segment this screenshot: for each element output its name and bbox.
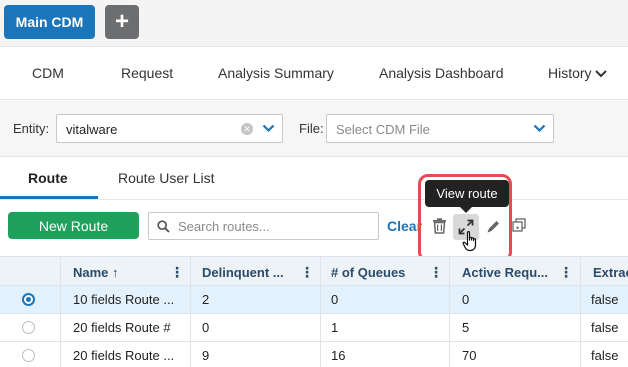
- cell-active: 0: [462, 292, 470, 307]
- pencil-icon[interactable]: [486, 219, 501, 234]
- column-divider: [60, 256, 61, 367]
- column-menu-icon[interactable]: ⋮: [559, 265, 573, 279]
- nav-item-analysis-summary[interactable]: Analysis Summary: [218, 65, 334, 81]
- tab-route[interactable]: Route: [28, 170, 68, 186]
- filter-bar: Entity: vitalware ✕ File: Select CDM Fil…: [0, 101, 628, 157]
- cell-extract: false: [591, 320, 619, 335]
- cell-delinquent: 2: [202, 292, 210, 307]
- sub-tabs: Route Route User List: [0, 157, 628, 200]
- tab-route-user-list[interactable]: Route User List: [118, 170, 214, 186]
- new-route-button[interactable]: New Route: [8, 212, 139, 239]
- column-divider: [449, 256, 450, 367]
- top-bar: Main CDM +: [0, 0, 628, 47]
- row-radio[interactable]: [22, 293, 35, 306]
- cell-queues: 1: [331, 320, 339, 335]
- row-radio[interactable]: [22, 349, 35, 362]
- row-radio[interactable]: [22, 321, 35, 334]
- cell-queues: 0: [331, 292, 339, 307]
- copy-icon[interactable]: [512, 218, 526, 232]
- file-label: File:: [299, 121, 324, 136]
- entity-label: Entity:: [13, 121, 50, 136]
- table-row[interactable]: 10 fields Route ... 2 0 0 false: [0, 286, 628, 314]
- entity-value: vitalware: [66, 122, 118, 137]
- add-tab-button[interactable]: +: [105, 5, 139, 39]
- main-cdm-button[interactable]: Main CDM: [4, 5, 95, 39]
- chevron-down-icon[interactable]: [262, 124, 275, 133]
- column-divider: [190, 256, 191, 367]
- cell-delinquent: 9: [202, 348, 210, 363]
- column-menu-icon[interactable]: ⋮: [170, 265, 184, 279]
- column-divider: [320, 256, 321, 367]
- cell-active: 70: [462, 348, 477, 363]
- column-header-extract[interactable]: Extrac: [593, 257, 628, 287]
- active-tab-indicator: [0, 196, 98, 199]
- chevron-down-icon[interactable]: [533, 124, 546, 133]
- clear-icon[interactable]: ✕: [241, 123, 253, 135]
- table-header: Name ↑ ⋮ Delinquent ... ⋮ # of Queues ⋮ …: [0, 256, 628, 286]
- column-header-delinquent[interactable]: Delinquent ...: [202, 257, 297, 287]
- search-placeholder: Search routes...: [178, 219, 270, 234]
- file-select[interactable]: Select CDM File: [326, 114, 554, 143]
- search-icon: [157, 220, 170, 233]
- chevron-down-icon: [594, 70, 607, 78]
- column-header-queues[interactable]: # of Queues: [331, 257, 431, 287]
- cell-name: 20 fields Route #: [73, 320, 171, 335]
- column-header-name[interactable]: Name ↑: [73, 257, 173, 287]
- column-divider: [580, 256, 581, 367]
- nav-item-analysis-dashboard[interactable]: Analysis Dashboard: [379, 65, 504, 81]
- nav-item-cdm[interactable]: CDM: [32, 65, 64, 81]
- table-row[interactable]: 20 fields Route # 0 1 5 false: [0, 314, 628, 342]
- table-row[interactable]: 20 fields Route ... 9 16 70 false: [0, 342, 628, 367]
- column-menu-icon[interactable]: ⋮: [429, 265, 443, 279]
- cell-extract: false: [591, 292, 619, 307]
- column-header-active-requests[interactable]: Active Requ...: [462, 257, 562, 287]
- cell-name: 10 fields Route ...: [73, 292, 175, 307]
- nav-item-history[interactable]: History: [548, 65, 607, 81]
- entity-select[interactable]: vitalware ✕: [56, 114, 283, 143]
- file-placeholder: Select CDM File: [336, 122, 430, 137]
- cell-extract: false: [591, 348, 619, 363]
- column-menu-icon[interactable]: ⋮: [300, 265, 314, 279]
- cell-delinquent: 0: [202, 320, 210, 335]
- main-nav: CDM Request Analysis Summary Analysis Da…: [0, 48, 628, 100]
- search-input[interactable]: Search routes...: [148, 212, 379, 240]
- cell-queues: 16: [331, 348, 346, 363]
- cell-active: 5: [462, 320, 470, 335]
- cell-name: 20 fields Route ...: [73, 348, 175, 363]
- hand-cursor-icon: [462, 231, 477, 252]
- tooltip: View route: [425, 180, 509, 207]
- nav-item-request[interactable]: Request: [121, 65, 173, 81]
- tooltip-arrow: [460, 207, 472, 213]
- trash-icon[interactable]: [432, 218, 447, 234]
- nav-item-history-label: History: [548, 65, 592, 81]
